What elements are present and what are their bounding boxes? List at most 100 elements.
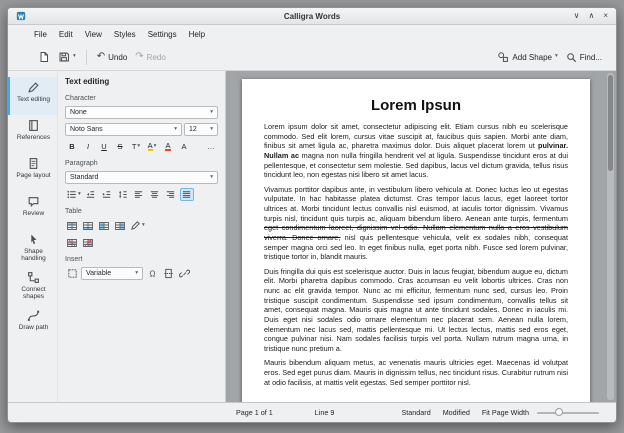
menu-edit[interactable]: Edit bbox=[53, 28, 79, 41]
insert-variable-value: Variable bbox=[86, 270, 111, 277]
underline-button[interactable]: U bbox=[97, 140, 111, 153]
highlight-color-button[interactable]: A▾ bbox=[145, 140, 159, 153]
sidebar-item-shape-handling[interactable]: Shape handling bbox=[8, 229, 57, 267]
maximize-icon[interactable]: ∧ bbox=[588, 12, 594, 20]
delete-row-icon bbox=[66, 237, 78, 249]
text-frame-icon bbox=[67, 268, 78, 279]
redo-icon: ↷ bbox=[135, 52, 143, 62]
chevron-down-icon: ▾ bbox=[210, 127, 213, 133]
page-indicator[interactable]: Page 1 of 1 bbox=[236, 408, 273, 417]
paragraph-style-combo[interactable]: Standard ▾ bbox=[65, 171, 218, 184]
document-paragraph[interactable]: Lorem ipsum dolor sit amet, consectetur … bbox=[264, 122, 568, 180]
statusbar: Page 1 of 1 Line 9 Standard Modified Fit… bbox=[8, 402, 616, 422]
superscript-subscript-button[interactable]: T▾ bbox=[129, 140, 143, 153]
table-delete-row-button[interactable] bbox=[65, 236, 79, 249]
font-family-combo[interactable]: Noto Sans ▾ bbox=[65, 123, 182, 136]
align-right-button[interactable] bbox=[164, 188, 178, 201]
font-size-value: 12 bbox=[189, 126, 197, 133]
menu-file[interactable]: File bbox=[28, 28, 53, 41]
insert-variable-combo[interactable]: Variable ▾ bbox=[81, 267, 143, 280]
sidebar-item-connect-shapes[interactable]: Connect shapes bbox=[8, 267, 57, 305]
character-style-value: None bbox=[70, 109, 87, 116]
sidebar-item-draw-path[interactable]: Draw path bbox=[8, 305, 57, 343]
page-break-button[interactable] bbox=[161, 267, 175, 280]
undo-label: Undo bbox=[108, 53, 127, 62]
strikethrough-button[interactable]: S bbox=[113, 140, 127, 153]
zoom-slider[interactable] bbox=[537, 408, 599, 418]
more-character-options-button[interactable]: … bbox=[204, 140, 218, 153]
increase-indent-button[interactable] bbox=[100, 188, 114, 201]
close-icon[interactable]: × bbox=[603, 12, 608, 20]
table-insert-row-above-button[interactable] bbox=[65, 219, 79, 232]
sidebar-item-label: Connect shapes bbox=[12, 286, 55, 301]
sidebar-item-references[interactable]: References bbox=[8, 115, 57, 153]
table-border-pen-button[interactable]: ▾ bbox=[129, 219, 146, 232]
sidebar-item-review[interactable]: Review bbox=[8, 191, 57, 229]
sidebar-item-label: Shape handling bbox=[12, 248, 55, 263]
change-case-button[interactable]: A bbox=[177, 140, 191, 153]
align-justify-button[interactable] bbox=[180, 188, 194, 201]
line-spacing-button[interactable] bbox=[116, 188, 130, 201]
main-area: Text editing References Page layout Revi… bbox=[8, 71, 616, 402]
sidebar-item-text-editing[interactable]: Text editing bbox=[8, 77, 57, 115]
decrease-indent-button[interactable] bbox=[84, 188, 98, 201]
menu-help[interactable]: Help bbox=[183, 28, 211, 41]
paragraph-style-value: Standard bbox=[70, 174, 98, 181]
save-button[interactable]: ▾ bbox=[54, 48, 80, 66]
zoom-slider-knob[interactable] bbox=[555, 408, 563, 416]
desktop-background: { "window": { "title": "Calligra Words" … bbox=[0, 0, 624, 433]
table-insert-column-left-button[interactable] bbox=[97, 219, 111, 232]
document-page[interactable]: Lorem Ipsun Lorem ipsum dolor sit amet, … bbox=[242, 79, 590, 402]
insert-link-button[interactable] bbox=[177, 267, 191, 280]
minimize-icon[interactable]: ∨ bbox=[574, 12, 580, 20]
table-insert-column-right-button[interactable] bbox=[113, 219, 127, 232]
redo-button[interactable]: ↷Redo bbox=[131, 49, 170, 65]
zoom-mode-button[interactable]: Fit Page Width bbox=[482, 408, 529, 417]
window-title: Calligra Words bbox=[8, 12, 616, 21]
insert-row-below-icon bbox=[82, 220, 94, 232]
add-shape-button[interactable]: Add Shape▾ bbox=[493, 48, 561, 66]
character-style-combo[interactable]: None ▾ bbox=[65, 106, 218, 119]
list-style-button[interactable]: ▾ bbox=[65, 188, 82, 201]
insert-text-frame-button[interactable] bbox=[65, 267, 79, 280]
vertical-scrollbar-thumb[interactable] bbox=[608, 75, 613, 171]
document-title[interactable]: Lorem Ipsun bbox=[264, 97, 568, 114]
document-canvas[interactable]: Lorem Ipsun Lorem ipsum dolor sit amet, … bbox=[226, 71, 616, 402]
vertical-scrollbar[interactable] bbox=[607, 73, 614, 400]
document-paragraph[interactable]: Mauris bibendum aliquam metus, ac venena… bbox=[264, 358, 568, 387]
zoom-slider-track[interactable] bbox=[537, 412, 599, 414]
menubar: File Edit View Styles Settings Help bbox=[8, 25, 616, 44]
new-document-button[interactable] bbox=[34, 48, 54, 66]
titlebar[interactable]: Calligra Words ∨ ∧ × bbox=[8, 8, 616, 25]
shape-handling-icon bbox=[27, 233, 40, 246]
sidebar-item-label: Text editing bbox=[17, 96, 50, 103]
align-center-button[interactable] bbox=[148, 188, 162, 201]
find-label: Find... bbox=[580, 53, 602, 62]
add-shape-icon bbox=[497, 51, 509, 63]
document-paragraph[interactable]: Duis fringilla dui quis est scelerisque … bbox=[264, 267, 568, 354]
find-button[interactable]: Find... bbox=[562, 49, 606, 66]
window-controls: ∨ ∧ × bbox=[574, 12, 608, 20]
insert-column-right-icon bbox=[114, 220, 126, 232]
document-paragraph[interactable]: Vivamus porttitor dapibus ante, in vesti… bbox=[264, 185, 568, 262]
draw-path-icon bbox=[27, 309, 40, 322]
table-insert-row-below-button[interactable] bbox=[81, 219, 95, 232]
menu-view[interactable]: View bbox=[79, 28, 108, 41]
text-color-button[interactable]: A bbox=[161, 140, 175, 153]
special-character-button[interactable] bbox=[145, 267, 159, 280]
special-character-icon bbox=[147, 268, 158, 279]
sidebar-item-page-layout[interactable]: Page layout bbox=[8, 153, 57, 191]
font-size-combo[interactable]: 12 ▾ bbox=[184, 123, 218, 136]
italic-button[interactable]: I bbox=[81, 140, 95, 153]
bold-button[interactable]: B bbox=[65, 140, 79, 153]
line-indicator: Line 9 bbox=[315, 408, 335, 417]
sidebar-item-label: References bbox=[17, 134, 50, 141]
align-left-button[interactable] bbox=[132, 188, 146, 201]
table-delete-column-button[interactable] bbox=[81, 236, 95, 249]
style-indicator[interactable]: Standard bbox=[402, 408, 431, 417]
menu-settings[interactable]: Settings bbox=[142, 28, 183, 41]
delete-column-icon bbox=[82, 237, 94, 249]
document-body[interactable]: Lorem ipsum dolor sit amet, consectetur … bbox=[264, 122, 568, 387]
undo-button[interactable]: ↶Undo bbox=[93, 49, 132, 65]
menu-styles[interactable]: Styles bbox=[108, 28, 142, 41]
